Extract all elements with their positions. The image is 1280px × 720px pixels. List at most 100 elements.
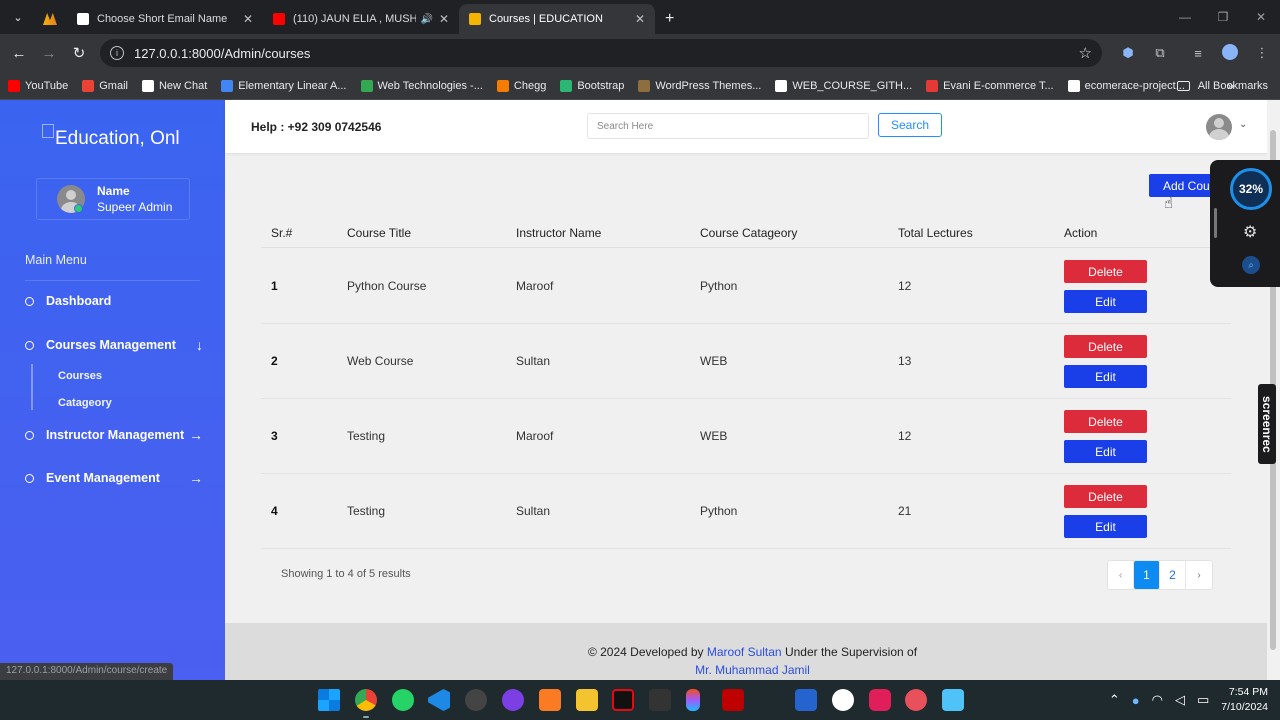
delete-button[interactable]: Delete	[1064, 485, 1147, 508]
bookmark-item[interactable]: YouTube	[8, 79, 68, 92]
forward-icon[interactable]: →	[34, 45, 64, 62]
bookmark-item[interactable]: Bootstrap	[560, 79, 624, 92]
vscode-icon[interactable]	[428, 689, 450, 711]
bookmark-item[interactable]: Chegg	[496, 79, 546, 92]
eye-app-icon[interactable]	[465, 689, 487, 711]
supervisor-link[interactable]: Mr. Muhammad Jamil	[695, 663, 810, 677]
profile-icon[interactable]	[1214, 43, 1246, 63]
sidebar-item-courses-management[interactable]: Courses Management ↓	[25, 337, 203, 353]
extensions-puzzle-icon[interactable]: ⧉	[1144, 45, 1176, 61]
wifi-icon[interactable]: ◠	[1152, 692, 1163, 708]
apps-icon[interactable]	[905, 689, 927, 711]
bookmark-item[interactable]: ecomerace-project...	[1067, 79, 1185, 92]
column-header: Action	[1064, 226, 1098, 240]
site-logo[interactable]: Education, Onl	[42, 122, 212, 156]
sidebar-subitem-catagory[interactable]: Catageory	[58, 397, 112, 409]
github-icon[interactable]	[502, 689, 524, 711]
bookmark-star-icon[interactable]: ☆	[1079, 44, 1092, 62]
user-avatar[interactable]	[1206, 114, 1232, 140]
clock-time: 7:54 PM	[1228, 686, 1268, 698]
footer-prefix: © 2024 Developed by	[587, 645, 704, 659]
messenger-icon[interactable]	[832, 689, 854, 711]
server-app-icon[interactable]	[649, 689, 671, 711]
reload-icon[interactable]: ↻	[64, 44, 94, 62]
maximize-icon[interactable]: ❐	[1204, 0, 1242, 34]
developer-link[interactable]: Maroof Sultan	[707, 645, 782, 659]
microphone-icon[interactable]: ●	[1132, 693, 1140, 708]
bookmark-favicon-icon	[360, 79, 373, 92]
filezilla-icon[interactable]	[722, 689, 744, 711]
bookmark-item[interactable]: Gmail	[82, 79, 128, 92]
pagination-page-2[interactable]: 2	[1160, 561, 1186, 589]
battery-icon[interactable]: ▭	[1197, 692, 1209, 708]
delete-button[interactable]: Delete	[1064, 410, 1147, 433]
notepad-icon[interactable]	[942, 689, 964, 711]
browser-tab[interactable]: Choose Short Email Name ✕	[67, 4, 263, 34]
bookmark-item[interactable]: Elementary Linear A...	[221, 79, 347, 92]
speaker-icon[interactable]: 🔊	[420, 14, 432, 25]
footer-middle: Under the Supervision of	[784, 645, 918, 659]
table-row: 3 Testing Maroof WEB 12 Delete Edit	[261, 399, 1231, 474]
extension-shield-icon[interactable]: ⬢	[1112, 45, 1144, 61]
delete-button[interactable]: Delete	[1064, 260, 1147, 283]
clock[interactable]: 7:54 PM 7/10/2024	[1221, 685, 1268, 715]
netflix-icon[interactable]	[612, 689, 634, 711]
edit-button[interactable]: Edit	[1064, 365, 1147, 388]
sidebar-item-dashboard[interactable]: Dashboard	[25, 294, 203, 308]
course-title: Testing	[347, 504, 386, 518]
tab-search-chevron-icon[interactable]: ⌄	[5, 4, 31, 30]
recorder-progress[interactable]: 32%	[1230, 168, 1272, 210]
search-input[interactable]	[587, 113, 869, 139]
new-tab-icon[interactable]: +	[665, 10, 674, 28]
screenrec-label[interactable]: screenrec	[1258, 384, 1276, 464]
sidebar-item-instructor-management[interactable]: Instructor Management →	[25, 427, 203, 443]
browser-tab[interactable]: Courses | EDUCATION ✕	[459, 4, 655, 34]
close-tab-icon[interactable]: ✕	[243, 12, 253, 26]
sidebar-subitem-courses[interactable]: Courses	[58, 370, 102, 382]
pagination-prev[interactable]: ‹	[1108, 561, 1134, 589]
site-info-icon[interactable]: i	[110, 46, 124, 60]
bookmark-favicon-icon	[496, 79, 509, 92]
sidebar: Education, Onl Name Supeer Admin Main Me…	[0, 100, 225, 680]
bookmark-item[interactable]: WordPress Themes...	[638, 79, 761, 92]
speaker-icon[interactable]: ◁	[1175, 692, 1185, 708]
bookmark-item[interactable]: Web Technologies -...	[360, 79, 483, 92]
pagination-next[interactable]: ›	[1186, 561, 1212, 589]
search-icon[interactable]: ⌕	[1242, 256, 1260, 274]
gear-icon[interactable]: ⚙	[1243, 222, 1257, 242]
back-icon[interactable]: ←	[4, 45, 34, 62]
edit-button[interactable]: Edit	[1064, 440, 1147, 463]
bookmark-item[interactable]: New Chat	[141, 79, 208, 92]
bookmark-item[interactable]: Evani E-commerce T...	[926, 79, 1054, 92]
browser-tab[interactable]: (110) JAUN ELIA , MUSHAIR🔊 ✕	[263, 4, 459, 34]
close-window-icon[interactable]: ✕	[1242, 0, 1280, 34]
pinned-tab[interactable]	[33, 4, 67, 34]
drag-handle[interactable]	[1214, 208, 1217, 238]
delete-button[interactable]: Delete	[1064, 335, 1147, 358]
results-summary: Showing 1 to 4 of 5 results	[281, 568, 411, 580]
browser-menu-icon[interactable]: ⋮	[1246, 45, 1278, 61]
folder-app-icon[interactable]	[576, 689, 598, 711]
edit-button[interactable]: Edit	[1064, 515, 1147, 538]
chevron-down-icon[interactable]: ⌄	[1239, 119, 1247, 130]
whatsapp-icon[interactable]	[392, 689, 414, 711]
todo-icon[interactable]	[795, 689, 817, 711]
xampp-icon[interactable]	[539, 689, 561, 711]
pagination-page-1[interactable]: 1	[1134, 561, 1160, 589]
all-bookmarks-button[interactable]: All Bookmarks	[1176, 72, 1268, 100]
url-omnibox[interactable]: i 127.0.0.1:8000/Admin/courses ☆	[100, 39, 1102, 67]
sidebar-item-event-management[interactable]: Event Management →	[25, 470, 203, 486]
start-windows-icon[interactable]	[318, 689, 340, 711]
search-button[interactable]: Search	[878, 113, 942, 137]
chrome-icon[interactable]	[355, 689, 377, 711]
edit-button[interactable]: Edit	[1064, 290, 1147, 313]
media-control-icon[interactable]: ≡	[1182, 46, 1214, 61]
minimize-icon[interactable]: —	[1166, 0, 1204, 34]
close-tab-icon[interactable]: ✕	[439, 12, 449, 26]
bookmark-item[interactable]: WEB_COURSE_GITH...	[775, 79, 912, 92]
close-tab-icon[interactable]: ✕	[635, 12, 645, 26]
chevron-up-icon[interactable]: ⌃	[1109, 692, 1120, 708]
bookmark-label: New Chat	[158, 79, 208, 92]
slack-icon[interactable]	[869, 689, 891, 711]
figma-icon[interactable]	[686, 689, 700, 711]
